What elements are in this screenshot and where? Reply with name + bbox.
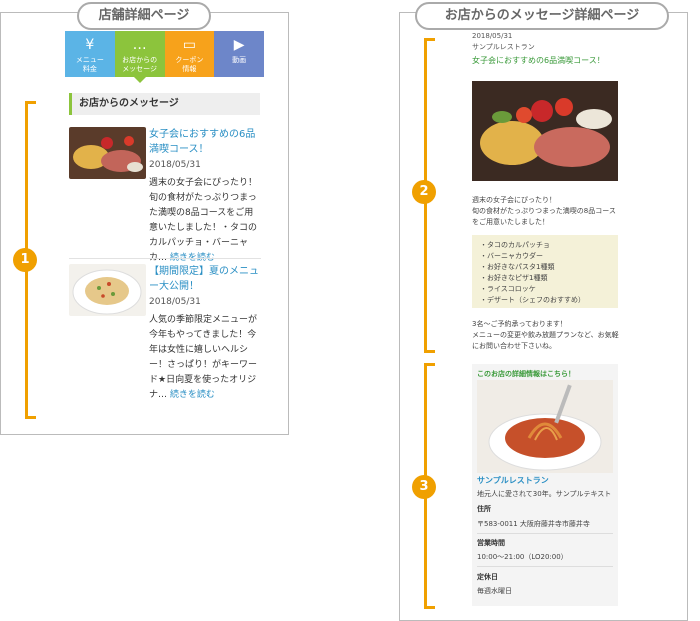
- holiday-value: 毎週水曜日: [477, 587, 512, 595]
- dish-photo: [472, 81, 618, 181]
- spaghetti-photo[interactable]: [477, 380, 613, 473]
- annotation-badge-3: 3: [412, 475, 436, 499]
- read-more-link[interactable]: 続きを読む: [170, 390, 215, 400]
- divider: [477, 533, 613, 534]
- pasta-photo: [69, 264, 146, 316]
- tab-coupon[interactable]: ▭ クーポン 情報: [164, 31, 215, 77]
- annotation-badge-2: 2: [412, 180, 436, 204]
- menu-item: ・バーニャカウダー: [480, 252, 543, 260]
- tab-label: 動画: [232, 56, 247, 64]
- post-date: 2018/05/31: [149, 297, 201, 307]
- post-closing: 3名～ご予約承っております！ メニューの変更や飲み放題プランなど、お気軽にお問い…: [472, 319, 620, 352]
- menu-item: ・タコのカルパッチョ: [480, 241, 550, 249]
- post-body: 週末の女子会にぴったり！ 旬の食材がたっぷりつまった満喫の8品コースをご用意いた…: [472, 195, 620, 228]
- annotation-badge-1: 1: [13, 248, 37, 272]
- menu-box: ・タコのカルパッチョ ・バーニャカウダー ・お好きなパスタ1種類 ・お好きなピザ…: [472, 235, 618, 308]
- speech-bubble-icon: …: [132, 37, 147, 53]
- shop-name-small: サンプルレストラン: [472, 43, 535, 51]
- divider: [69, 258, 261, 259]
- section-heading: お店からのメッセージ: [69, 93, 260, 115]
- post-title-link[interactable]: 女子会におすすめの6品満喫コース！: [149, 127, 261, 157]
- dish-photo: [69, 127, 146, 179]
- tab-label: メッセージ: [122, 65, 158, 73]
- menu-item: ・ライスコロッケ: [480, 285, 536, 293]
- post-date: 2018/05/31: [149, 160, 201, 170]
- body-line: 旬の食材がたっぷりつまった満喫の8品コースをご用意いたしました！: [472, 207, 616, 226]
- message-detail-title: お店からのメッセージ詳細ページ: [415, 2, 669, 30]
- post-excerpt: 週末の女子会にぴったり！旬の食材がたっぷりつまった満喫の8品コースをご用意いたし…: [149, 178, 258, 263]
- body-line: メニューの変更や飲み放題プランなど、お気軽にお問い合わせ下さいね。: [472, 331, 619, 350]
- hours-value: 10:00～21:00（LO20:00）: [477, 553, 568, 561]
- tab-label: メニュー: [75, 56, 104, 64]
- post-title-link[interactable]: 【期間限定】夏のメニュー大公開！: [149, 264, 261, 294]
- list-item[interactable]: 女子会におすすめの6品満喫コース！ 2018/05/31 週末の女子会にぴったり…: [69, 127, 261, 263]
- shop-info-box: このお店の詳細情報はこちら！ サンプルレストラン 地元人に愛されて30年。サンプ…: [472, 364, 618, 606]
- menu-item: ・デザート（シェフのおすすめ）: [480, 296, 585, 304]
- yen-icon: ¥: [85, 37, 95, 53]
- film-icon: ▶: [233, 37, 245, 53]
- store-detail-title: 店舗詳細ページ: [77, 2, 211, 30]
- post-date: 2018/05/31: [472, 32, 513, 40]
- list-item[interactable]: 【期間限定】夏のメニュー大公開！ 2018/05/31 人気の季節限定メニューが…: [69, 264, 261, 400]
- post-title: 女子会におすすめの6品満喫コース！: [472, 56, 605, 65]
- address-label: 住所: [477, 505, 491, 513]
- tab-video[interactable]: ▶ 動画: [214, 31, 264, 77]
- tab-shop-message[interactable]: … お店からの メッセージ: [114, 31, 165, 83]
- tab-label: 料金: [82, 65, 97, 73]
- hours-label: 営業時間: [477, 539, 505, 547]
- shop-description: 地元人に愛されて30年。サンプルテキスト: [477, 490, 612, 498]
- tab-label: お店からの: [122, 56, 158, 64]
- body-line: 3名～ご予約承っております！: [472, 320, 567, 328]
- menu-item: ・お好きなパスタ1種類: [480, 263, 555, 271]
- divider: [477, 566, 613, 567]
- address-value: 〒583-0011 大阪府藤井寺市藤井寺: [477, 520, 590, 528]
- body-line: 週末の女子会にぴったり！: [472, 196, 556, 204]
- shop-name-link[interactable]: サンプルレストラン: [477, 475, 549, 486]
- tab-menu-price[interactable]: ¥ メニュー 料金: [65, 31, 115, 77]
- tab-label: クーポン: [175, 56, 204, 64]
- coupon-icon: ▭: [182, 37, 196, 53]
- shop-info-heading: このお店の詳細情報はこちら！: [477, 370, 575, 378]
- tab-bar: ¥ メニュー 料金 … お店からの メッセージ ▭ クーポン 情報 ▶ 動画: [65, 31, 264, 83]
- holiday-label: 定休日: [477, 573, 498, 581]
- tab-label: 情報: [182, 65, 197, 73]
- menu-item: ・お好きなピザ1種類: [480, 274, 548, 282]
- post-excerpt: 人気の季節限定メニューが今年もやってきました！今年は女性に嬉しいヘルシー！さっぱ…: [149, 315, 258, 400]
